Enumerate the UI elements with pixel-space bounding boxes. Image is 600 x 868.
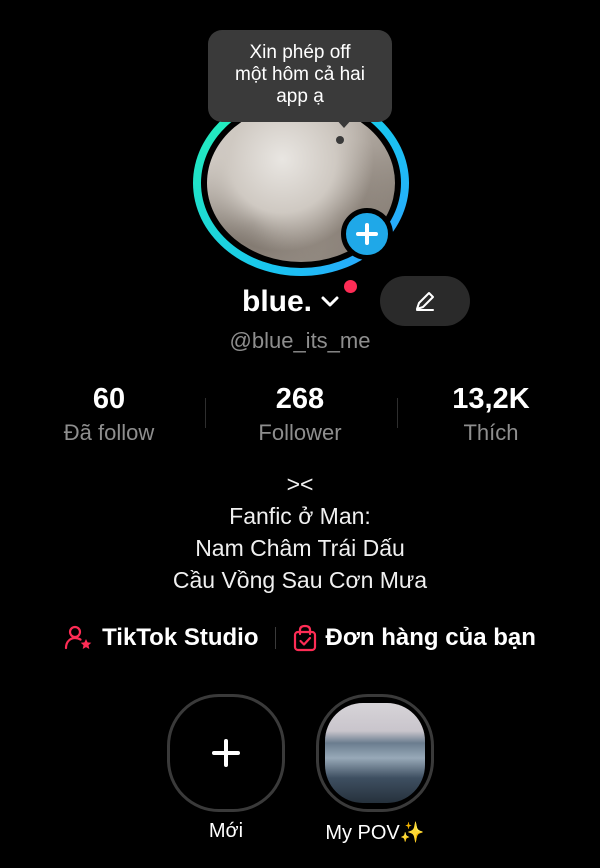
edit-profile-button[interactable]	[380, 276, 470, 326]
display-name: blue.	[242, 285, 313, 318]
orders-link[interactable]: Đơn hàng của bạn	[292, 624, 536, 652]
username: @blue_its_me	[229, 328, 371, 353]
bio-line: Fanfic ở Man:	[229, 503, 371, 529]
stat-divider	[205, 398, 206, 428]
stat-likes[interactable]: 13,2K Thích	[411, 382, 571, 450]
highlight-ring[interactable]	[316, 694, 434, 812]
note-line: app ạ	[276, 86, 324, 107]
bio-line: Cầu Vồng Sau Cơn Mưa	[172, 567, 428, 593]
stat-label: Đã follow	[63, 420, 155, 445]
bio-line: Nam Châm Trái Dấu	[195, 535, 405, 561]
user-star-icon	[64, 625, 92, 650]
stat-label: Thích	[463, 420, 519, 445]
orders-label: Đơn hàng của bạn	[325, 624, 536, 651]
stat-followers[interactable]: 268 Follower	[220, 382, 380, 450]
stat-following[interactable]: 60 Đã follow	[29, 382, 189, 450]
new-highlight[interactable]: Mới	[167, 694, 285, 843]
stat-value: 13,2K	[452, 383, 530, 415]
profile-links: TikTok Studio Đơn hàng của bạn	[0, 620, 600, 656]
plus-icon	[356, 223, 378, 245]
note-line: Xin phép off	[249, 42, 351, 63]
display-name-switcher[interactable]: blue.	[242, 281, 340, 323]
pencil-icon	[416, 292, 434, 311]
tiktok-studio-label: TikTok Studio	[102, 624, 259, 651]
new-highlight-label: Mới	[208, 820, 244, 842]
link-separator	[274, 627, 276, 649]
tiktok-studio-link[interactable]: TikTok Studio	[64, 624, 259, 652]
bio: >< Fanfic ở Man: Nam Châm Trái Dấu Cầu V…	[0, 468, 600, 596]
chevron-down-icon	[321, 296, 339, 307]
bio-line: ><	[286, 471, 314, 497]
plus-icon	[212, 739, 240, 767]
add-story-button[interactable]	[341, 208, 393, 260]
note-bubble-dot	[336, 136, 344, 144]
note-bubble[interactable]: Xin phép off một hôm cả hai app ạ	[208, 30, 392, 122]
highlight-thumbnail	[325, 703, 425, 803]
notification-dot	[344, 280, 357, 293]
stat-value: 268	[275, 383, 325, 415]
new-highlight-ring[interactable]	[167, 694, 285, 812]
highlight-label: My POV✨	[325, 822, 425, 844]
stat-value: 60	[92, 383, 126, 415]
highlight-my-pov[interactable]: My POV✨	[316, 694, 434, 845]
shopping-bag-icon	[293, 624, 316, 652]
note-bubble-tail	[335, 118, 353, 128]
stat-label: Follower	[258, 420, 342, 445]
stat-divider	[397, 398, 398, 428]
note-line: một hôm cả hai	[235, 64, 365, 85]
